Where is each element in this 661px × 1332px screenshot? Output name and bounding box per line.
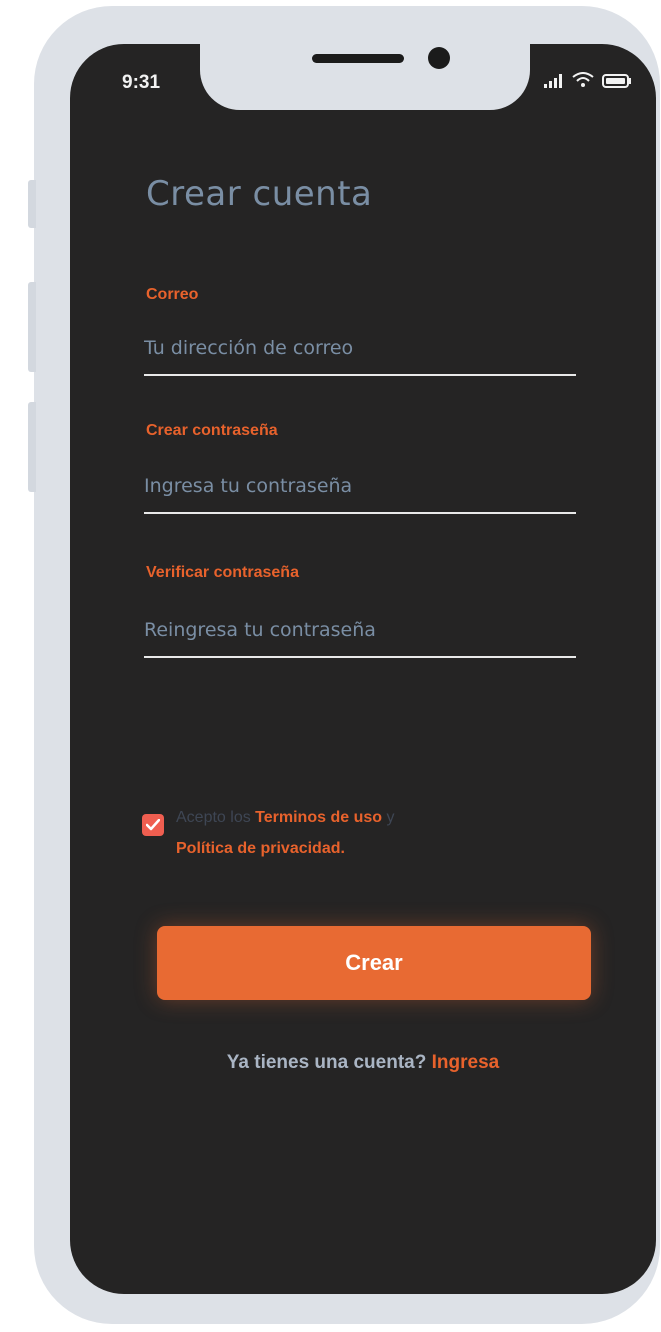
signin-link[interactable]: Ingresa <box>432 1052 500 1073</box>
terms-conjunction: y <box>386 809 395 826</box>
terms-of-use-link[interactable]: Terminos de uso <box>255 809 382 826</box>
signal-icon <box>544 73 564 92</box>
terms-agreement: Acepto los Terminos de uso y Política de… <box>142 802 394 864</box>
terms-text: Acepto los Terminos de uso y Política de… <box>176 802 394 864</box>
phone-notch <box>200 44 530 110</box>
checkmark-icon <box>146 819 160 831</box>
app-screen: 9:31 Crear cuenta Correo Tu dirección de… <box>70 44 656 1294</box>
phone-side-button-mute <box>28 180 36 228</box>
email-label: Correo <box>146 286 199 303</box>
email-field[interactable] <box>144 328 576 376</box>
speaker-grille <box>312 54 404 63</box>
privacy-policy-link[interactable]: Política de privacidad. <box>176 840 345 857</box>
status-time: 9:31 <box>122 72 161 93</box>
verify-password-label: Verificar contraseña <box>146 564 299 581</box>
front-camera <box>428 47 450 69</box>
phone-side-button-volume-down <box>28 402 36 492</box>
status-icons <box>544 72 632 92</box>
battery-icon <box>602 73 632 92</box>
wifi-icon <box>572 72 594 92</box>
signin-prompt: Ya tienes una cuenta? Ingresa <box>70 1052 656 1074</box>
password-label: Crear contraseña <box>146 422 278 439</box>
password-field[interactable] <box>144 466 576 514</box>
page-title: Crear cuenta <box>146 174 373 214</box>
signin-question: Ya tienes una cuenta? <box>226 1052 427 1073</box>
create-account-button[interactable]: Crear <box>157 926 591 1000</box>
phone-side-button-volume-up <box>28 282 36 372</box>
verify-password-field[interactable] <box>144 610 576 658</box>
terms-checkbox[interactable] <box>142 814 164 836</box>
terms-prefix: Acepto los <box>176 809 251 826</box>
